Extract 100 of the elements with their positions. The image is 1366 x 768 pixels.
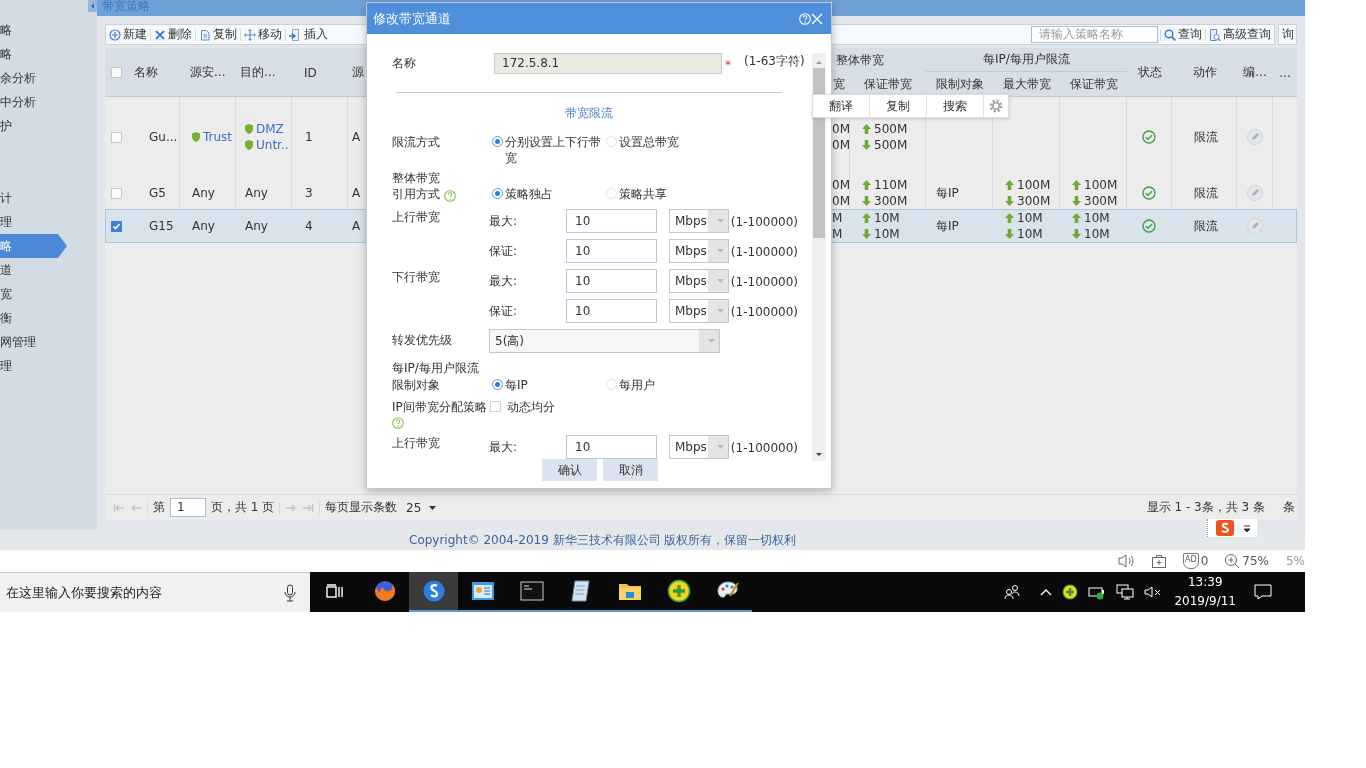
field-label: 保证: [489, 243, 519, 259]
zoom-icon[interactable] [1224, 553, 1241, 569]
sidebar-item[interactable]: 计 [0, 186, 67, 210]
range-hint: (1-100000) [730, 274, 798, 290]
option-label: 动态均分 [507, 399, 555, 415]
page-input[interactable]: 1 [170, 498, 206, 517]
dialog-button[interactable]: 确认 [542, 459, 597, 481]
unit-select[interactable]: Mbps [669, 299, 729, 323]
clock-time[interactable]: 13:39 [1187, 573, 1223, 592]
table-cell-text: 限流 [1194, 128, 1219, 146]
table-cell-text: A [352, 186, 362, 200]
toolbar-button[interactable]: 移动 [243, 26, 283, 43]
notepad-icon[interactable] [568, 579, 593, 603]
document-icon [1209, 28, 1221, 41]
zoom-level[interactable]: 75% [1242, 554, 1269, 568]
radio-button[interactable] [492, 188, 503, 199]
popup-button[interactable]: 复制 [870, 95, 927, 117]
option-label: 分别设置上下行带宽 [505, 134, 602, 166]
taskbar-search-field[interactable]: 在这里输入你要搜索的内容 [0, 572, 310, 612]
sidebar-item[interactable]: 理 [0, 354, 67, 378]
unit-select[interactable]: Mbps [669, 269, 729, 293]
input-field[interactable]: 10 [566, 269, 657, 293]
chevron-up-icon[interactable] [1040, 588, 1053, 596]
unit-select[interactable]: Mbps [669, 239, 729, 263]
globe-icon[interactable] [372, 579, 397, 603]
popup-button[interactable]: 翻译 [813, 95, 870, 117]
sidebar-item[interactable]: 中分析 [0, 90, 67, 114]
sidebar-item[interactable]: 略 [0, 42, 67, 66]
network-icon[interactable] [1116, 584, 1135, 600]
terminal-icon[interactable] [519, 579, 544, 603]
table-cell-text: 限流 [1194, 184, 1219, 202]
sidebar-item[interactable]: 护 [0, 114, 67, 138]
gear-icon[interactable] [989, 99, 1003, 113]
sidebar-item[interactable]: 衡 [0, 306, 67, 330]
toolbox-icon[interactable] [1151, 553, 1167, 569]
help-icon[interactable] [443, 190, 456, 202]
sidebar-item[interactable]: 道 [0, 258, 67, 282]
toolbar-button[interactable]: 询 [1278, 24, 1297, 45]
page-size-select[interactable]: 25 [402, 500, 437, 515]
sidebar-item[interactable]: 略 [0, 18, 67, 42]
caret-icon [708, 339, 715, 343]
microphone-icon[interactable] [284, 583, 296, 602]
dialog-button[interactable]: 取消 [603, 459, 658, 481]
priority-select[interactable]: 5(高) [489, 329, 720, 353]
window-icon[interactable] [470, 579, 495, 603]
toolbar-button[interactable]: 复制 [198, 26, 238, 43]
checkbox[interactable] [110, 131, 122, 143]
up-arrow-icon [1005, 213, 1014, 223]
scrollbar[interactable] [812, 53, 826, 461]
checkbox[interactable] [110, 220, 122, 232]
unit-select[interactable]: Mbps [669, 435, 729, 459]
toolbar-button[interactable]: 插入 [288, 26, 329, 43]
speaker-icon[interactable] [1117, 553, 1135, 569]
input-field[interactable]: 10 [566, 239, 657, 263]
input-field[interactable]: 10 [566, 209, 657, 233]
column-header: 源 [352, 64, 364, 81]
checkbox[interactable] [110, 187, 122, 199]
up-arrow-icon [862, 213, 871, 223]
collapse-icon[interactable] [88, 0, 97, 12]
query-button[interactable]: 查询 [1163, 26, 1203, 43]
sidebar-item[interactable]: 宽 [0, 282, 67, 306]
notification-icon[interactable] [1254, 584, 1272, 600]
plus-circle-icon[interactable] [666, 579, 691, 603]
zone-link[interactable]: DMZ [256, 122, 284, 136]
table-cell: Any [192, 219, 215, 233]
task-view-icon[interactable] [326, 584, 344, 600]
bandwidth-value: M [832, 211, 843, 225]
checkbox[interactable] [110, 67, 122, 78]
ad-block-badge[interactable]: AD [1183, 553, 1199, 569]
unit-select[interactable]: Mbps [669, 209, 729, 233]
zone-link[interactable]: Untr.. [256, 138, 289, 152]
toolbar-button[interactable]: 新建 [108, 26, 148, 43]
table-cell-text: 限流 [1194, 217, 1219, 235]
expand-icon[interactable] [1244, 522, 1250, 534]
swirl-icon[interactable] [421, 579, 446, 603]
advanced-query-button[interactable]: 高级查询 [1208, 26, 1272, 43]
caret-icon [716, 309, 724, 313]
clock-date[interactable]: 2019/9/11 [1174, 592, 1236, 611]
pager-text: 页，共 1 页 [211, 499, 275, 516]
input-field[interactable]: 10 [566, 299, 657, 323]
popup-button[interactable]: 搜索 [927, 95, 984, 117]
required-mark: * [725, 57, 731, 73]
sidebar-item[interactable]: 略 [0, 234, 67, 258]
radio-button[interactable] [492, 379, 503, 390]
input-method-icon[interactable] [1216, 520, 1234, 536]
battery-icon[interactable] [1088, 584, 1107, 600]
plus-circle-icon[interactable] [1062, 584, 1079, 600]
table-cell: Any [192, 186, 215, 200]
sidebar-item[interactable]: 网管理 [0, 330, 67, 354]
toolbar-button[interactable]: 删除 [153, 26, 193, 43]
sidebar-item[interactable]: 理 [0, 210, 67, 234]
close-icon[interactable] [811, 12, 823, 25]
sidebar-item[interactable]: 余分析 [0, 66, 67, 90]
name-field[interactable]: 172.5.8.1 [494, 53, 722, 74]
mute-icon[interactable] [1144, 584, 1163, 600]
input-field[interactable]: 10 [566, 435, 657, 459]
zone-link[interactable]: Trust [203, 130, 233, 144]
radio-button[interactable] [492, 136, 503, 147]
help-icon[interactable] [392, 417, 404, 429]
people-icon[interactable] [1004, 584, 1021, 600]
